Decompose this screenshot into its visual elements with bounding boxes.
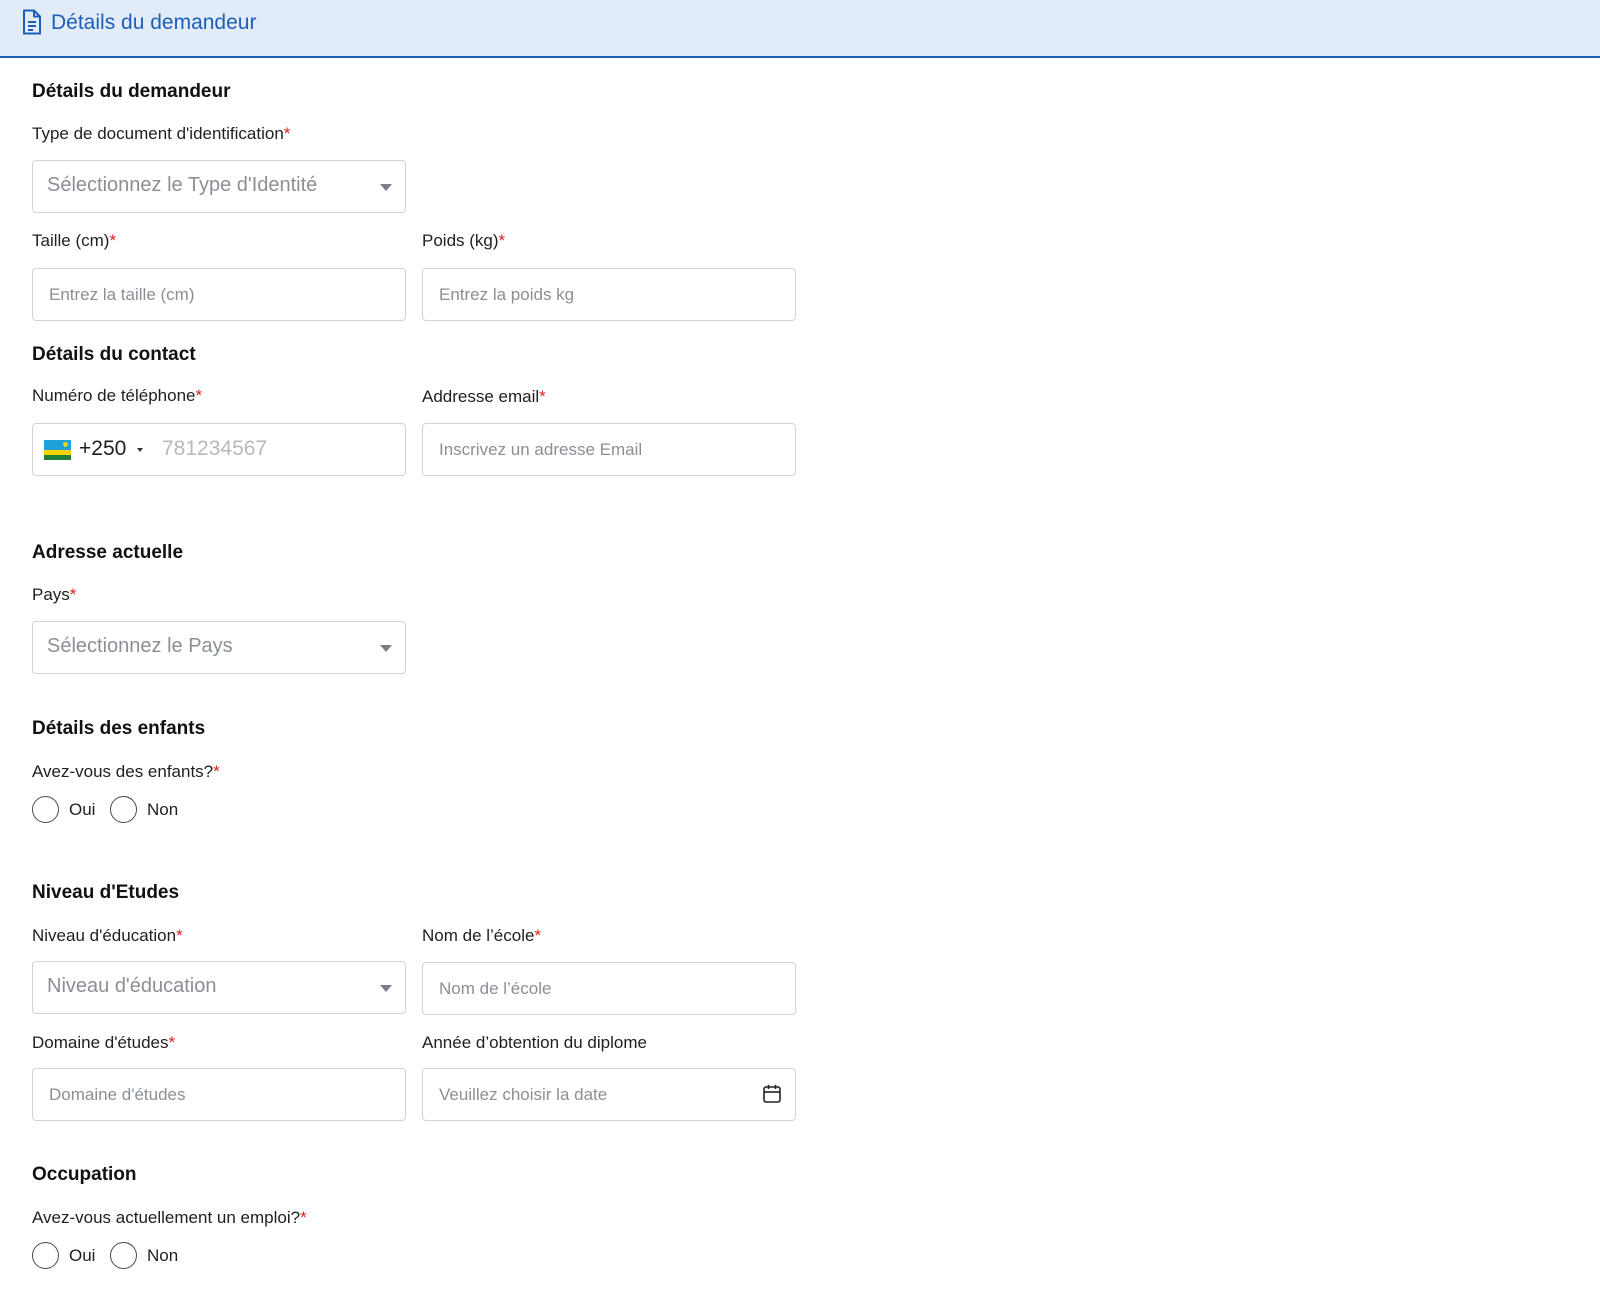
required-marker: * [539,387,546,406]
education-level-label: Niveau d'éducation* [32,926,183,945]
education-level-placeholder: Niveau d'éducation [47,975,217,997]
caret-down-icon [380,184,392,191]
country-placeholder: Sélectionnez le Pays [47,635,233,657]
email-label: Addresse email* [422,387,546,406]
required-marker: * [195,386,203,405]
section-title-address: Adresse actuelle [32,542,184,563]
id-type-placeholder: Sélectionnez le Type d'Identité [47,174,318,196]
required-marker: * [283,124,291,143]
school-name-input[interactable]: Nom de l’école [422,962,796,1015]
field-of-study-label: Domaine d'études* [32,1033,176,1052]
weight-placeholder: Entrez la poids kg [439,285,575,304]
weight-label: Poids (kg)* [422,231,506,250]
caret-down-icon [380,645,392,652]
children-question-label: Avez-vous des enfants?* [32,762,220,781]
header-title: Détails du demandeur [51,11,257,34]
required-marker: * [69,585,77,604]
required-marker: * [109,231,117,250]
caret-down-icon [380,985,392,992]
section-title-applicant: Détails du demandeur [32,81,231,102]
graduation-date-picker[interactable]: Veuillez choisir la date [422,1068,796,1121]
children-no-radio[interactable] [110,796,137,823]
employment-no-label[interactable]: Non [147,1246,178,1266]
phone-label: Numéro de téléphone* [32,386,203,405]
children-yes-radio[interactable] [32,796,59,823]
email-input[interactable]: Inscrivez un adresse Email [422,423,796,476]
employment-question-label: Avez-vous actuellement un emploi?* [32,1208,307,1227]
document-icon [23,9,41,35]
country-select[interactable]: Sélectionnez le Pays [32,621,406,674]
graduation-date-placeholder: Veuillez choisir la date [439,1085,608,1104]
section-title-education: Niveau d'Etudes [32,882,180,903]
page-header: Détails du demandeur [0,0,1600,58]
calendar-icon[interactable] [763,1084,781,1103]
phone-country-code[interactable]: +250 [79,437,126,461]
education-level-select[interactable]: Niveau d'éducation [32,961,406,1014]
rwanda-flag-icon[interactable] [44,440,71,460]
school-name-placeholder: Nom de l’école [439,979,552,998]
height-placeholder: Entrez la taille (cm) [49,285,195,304]
phone-input[interactable]: +250 781234567 [32,423,406,476]
required-marker: * [176,926,183,945]
field-of-study-input[interactable]: Domaine d'études [32,1068,406,1121]
employment-yes-label[interactable]: Oui [69,1246,95,1266]
id-type-label: Type de document d'identification* [32,124,291,143]
children-no-label[interactable]: Non [147,800,178,820]
required-marker: * [213,762,220,781]
phone-placeholder: 781234567 [162,437,268,460]
children-yes-label[interactable]: Oui [69,800,95,820]
required-marker: * [498,231,506,250]
required-marker: * [534,926,542,945]
country-code-caret-icon[interactable] [137,448,143,452]
email-placeholder: Inscrivez un adresse Email [439,440,643,459]
employment-no-radio[interactable] [110,1242,137,1269]
height-input[interactable]: Entrez la taille (cm) [32,268,406,321]
section-title-occupation: Occupation [32,1164,137,1185]
required-marker: * [300,1208,307,1227]
country-label: Pays* [32,585,77,604]
id-type-select[interactable]: Sélectionnez le Type d'Identité [32,160,406,213]
section-title-children: Détails des enfants [32,718,206,739]
employment-yes-radio[interactable] [32,1242,59,1269]
school-name-label: Nom de l’école* [422,926,542,945]
required-marker: * [168,1033,176,1052]
graduation-year-label: Année d’obtention du diplome [422,1033,647,1052]
height-label: Taille (cm)* [32,231,117,250]
weight-input[interactable]: Entrez la poids kg [422,268,796,321]
field-of-study-placeholder: Domaine d'études [49,1085,186,1104]
section-title-contact: Détails du contact [32,344,196,365]
